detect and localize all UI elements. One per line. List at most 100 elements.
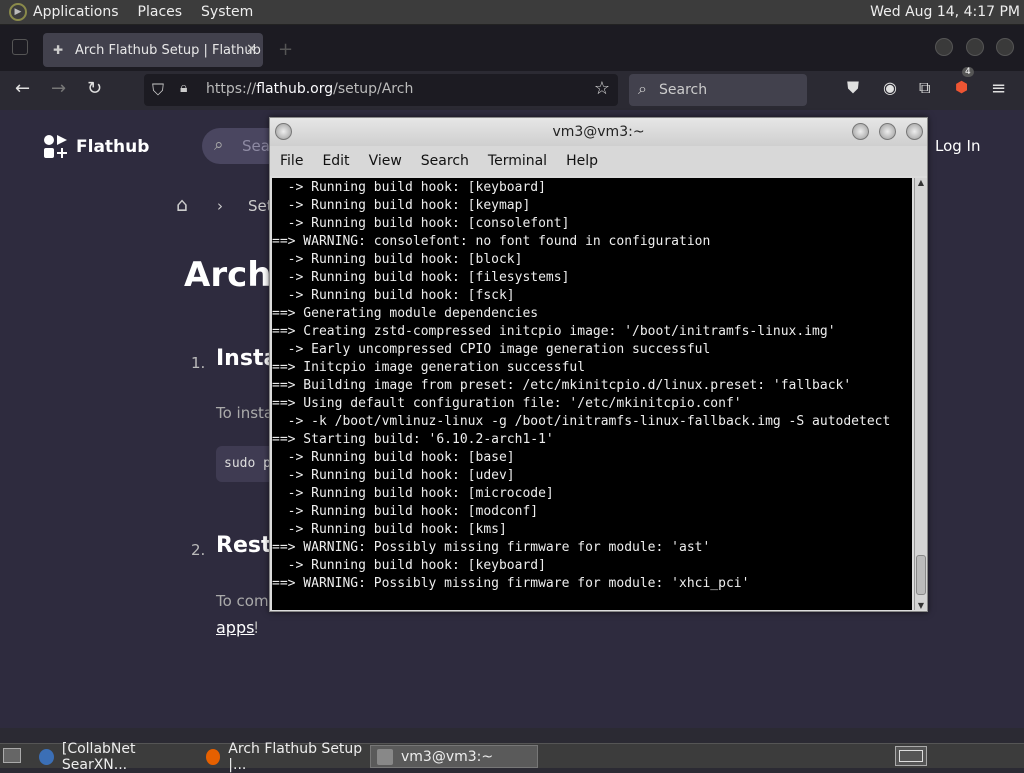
- account-icon[interactable]: ◉: [883, 78, 897, 97]
- terminal-icon: [377, 748, 393, 765]
- distro-logo-icon[interactable]: ▶: [9, 3, 27, 21]
- ublock-badge: 4: [962, 67, 974, 77]
- search-placeholder: Search: [659, 82, 708, 98]
- close-icon[interactable]: [906, 123, 923, 140]
- step2-number: 2.: [191, 541, 206, 559]
- login-button[interactable]: Log In: [935, 137, 981, 155]
- tab-bar: ✚ Arch Flathub Setup | Flathub ✕ +: [0, 25, 1024, 71]
- new-tab-icon[interactable]: +: [278, 39, 293, 60]
- terminal-line: ==> Initcpio image generation successful: [272, 360, 586, 375]
- show-desktop-icon[interactable]: [3, 748, 21, 763]
- chevron-right-icon: ›: [217, 197, 223, 215]
- flathub-logo[interactable]: Flathub: [44, 135, 149, 159]
- terminal-line: -> -k /boot/vmlinuz-linux -g /boot/initr…: [272, 414, 891, 429]
- terminal-line: ==> WARNING: consolefont: no font found …: [272, 234, 711, 249]
- terminal-line: -> Running build hook: [keyboard]: [272, 558, 546, 573]
- clock[interactable]: Wed Aug 14, 4:17 PM: [870, 4, 1020, 20]
- menu-help[interactable]: Help: [566, 153, 598, 169]
- tab-overview-icon[interactable]: [12, 39, 28, 55]
- window-menu-icon[interactable]: [275, 123, 292, 140]
- home-icon[interactable]: ⌂: [176, 194, 188, 216]
- nav-bar: ← → ↻ ⛉ 🔒︎ https://flathub.org/setup/Arc…: [0, 67, 1024, 110]
- terminal-line: -> Running build hook: [modconf]: [272, 504, 539, 519]
- bookmark-star-icon[interactable]: ☆: [594, 78, 610, 99]
- shield-icon[interactable]: ⛉: [152, 80, 164, 100]
- menu-icon[interactable]: ≡: [991, 78, 1006, 99]
- close-window-icon[interactable]: [996, 38, 1014, 56]
- menu-terminal[interactable]: Terminal: [488, 153, 547, 169]
- task-terminal[interactable]: vm3@vm3:~: [370, 745, 538, 768]
- reload-icon[interactable]: ↻: [87, 78, 102, 99]
- terminal-line: ==> Using default configuration file: '/…: [272, 396, 742, 411]
- step1-number: 1.: [191, 354, 206, 372]
- step2-text: To com: [216, 592, 269, 610]
- terminal-line: ==> Building image from preset: /etc/mki…: [272, 378, 852, 393]
- terminal-menubar: File Edit View Search Terminal Help: [270, 146, 927, 176]
- system-menu[interactable]: System: [201, 4, 253, 20]
- task-label: vm3@vm3:~: [401, 748, 494, 765]
- minimize-window-icon[interactable]: [935, 38, 953, 56]
- minimize-icon[interactable]: [852, 123, 869, 140]
- browser-icon: [39, 748, 54, 765]
- back-icon[interactable]: ←: [15, 78, 30, 99]
- install-code-block[interactable]: sudo p: [216, 446, 276, 482]
- menu-file[interactable]: File: [280, 153, 303, 169]
- terminal-line: -> Running build hook: [consolefont]: [272, 216, 570, 231]
- url-text[interactable]: https://flathub.org/setup/Arch: [206, 81, 413, 97]
- terminal-line: -> Running build hook: [fsck]: [272, 288, 515, 303]
- flathub-favicon-icon: ✚: [53, 43, 64, 57]
- places-menu[interactable]: Places: [138, 4, 183, 20]
- menu-edit[interactable]: Edit: [322, 153, 349, 169]
- step2-title: Rest: [216, 533, 272, 558]
- close-tab-icon[interactable]: ✕: [246, 42, 257, 57]
- menu-search[interactable]: Search: [421, 153, 469, 169]
- terminal-output[interactable]: -> Running build hook: [keyboard] -> Run…: [272, 178, 912, 610]
- maximize-icon[interactable]: [879, 123, 896, 140]
- search-icon: ⌕: [214, 135, 224, 155]
- extensions-icon[interactable]: ⧉: [919, 78, 930, 98]
- terminal-line: -> Running build hook: [keyboard]: [272, 180, 546, 195]
- ublock-icon[interactable]: ⬢: [955, 78, 968, 96]
- workspace-switcher[interactable]: [895, 746, 927, 766]
- task-flathub[interactable]: Arch Flathub Setup |...: [200, 741, 368, 773]
- search-icon: ⌕: [638, 79, 647, 98]
- terminal-line: ==> Creating zstd-compressed initcpio im…: [272, 324, 836, 339]
- terminal-scrollbar[interactable]: ▲ ▼: [914, 178, 927, 610]
- terminal-line: -> Running build hook: [base]: [272, 450, 515, 465]
- terminal-line: -> Early uncompressed CPIO image generat…: [272, 342, 711, 357]
- search-bar[interactable]: ⌕ Search: [629, 74, 807, 106]
- terminal-line: ==> WARNING: Possibly missing firmware f…: [272, 576, 750, 591]
- pocket-icon[interactable]: ⛊: [847, 78, 859, 98]
- task-searxng[interactable]: [CollabNet SearXN...: [33, 741, 195, 773]
- step1-text: To insta: [216, 404, 274, 422]
- forward-icon[interactable]: →: [51, 78, 66, 99]
- taskbar: [CollabNet SearXN... Arch Flathub Setup …: [0, 741, 1024, 773]
- page-title: Arch: [184, 255, 272, 295]
- scroll-up-icon[interactable]: ▲: [915, 178, 927, 187]
- terminal-line: -> Running build hook: [keymap]: [272, 198, 531, 213]
- top-panel: ▶ Applications Places System Wed Aug 14,…: [0, 0, 1024, 25]
- terminal-line: ==> Starting build: '6.10.2-arch1-1': [272, 432, 554, 447]
- terminal-window[interactable]: vm3@vm3:~ File Edit View Search Terminal…: [269, 117, 928, 612]
- applications-menu[interactable]: Applications: [33, 4, 119, 20]
- maximize-window-icon[interactable]: [966, 38, 984, 56]
- terminal-line: -> Running build hook: [udev]: [272, 468, 515, 483]
- apps-suffix: !: [253, 618, 260, 637]
- menu-view[interactable]: View: [369, 153, 402, 169]
- firefox-icon: [206, 748, 221, 765]
- terminal-line: -> Running build hook: [block]: [272, 252, 523, 267]
- lock-icon[interactable]: 🔒︎: [180, 80, 187, 96]
- terminal-line: ==> Generating module dependencies: [272, 306, 539, 321]
- terminal-line: ==> WARNING: Possibly missing firmware f…: [272, 540, 711, 555]
- tab-flathub[interactable]: ✚ Arch Flathub Setup | Flathub ✕: [43, 33, 263, 67]
- terminal-line: -> Running build hook: [kms]: [272, 522, 507, 537]
- install-code-text: sudo p: [224, 456, 271, 471]
- scroll-down-icon[interactable]: ▼: [915, 601, 927, 610]
- terminal-titlebar[interactable]: vm3@vm3:~: [270, 118, 927, 146]
- tab-title: Arch Flathub Setup | Flathub: [75, 42, 261, 58]
- terminal-line: -> Running build hook: [filesystems]: [272, 270, 570, 285]
- terminal-title: vm3@vm3:~: [552, 124, 645, 140]
- apps-link[interactable]: apps: [216, 618, 254, 637]
- scrollbar-thumb[interactable]: [916, 555, 926, 595]
- url-bar[interactable]: ⛉ 🔒︎ https://flathub.org/setup/Arch ☆: [144, 74, 618, 106]
